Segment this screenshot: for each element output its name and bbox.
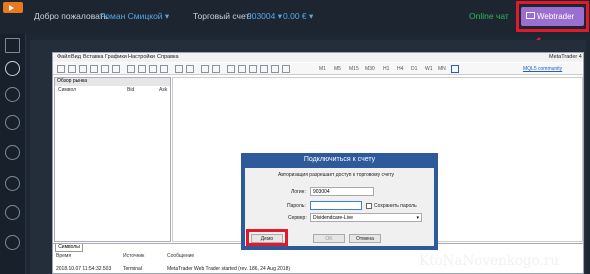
- support-icon[interactable]: [5, 145, 20, 160]
- tf-m1[interactable]: M1: [319, 66, 326, 72]
- tab-symbols[interactable]: Символы: [55, 244, 83, 252]
- monitor-icon: [526, 12, 535, 19]
- menu-bar: Файл Вид Вставка Графики Настройки Справ…: [53, 53, 583, 62]
- line-chart-icon[interactable]: [112, 65, 120, 73]
- logout-icon[interactable]: [5, 235, 20, 250]
- tf-m15[interactable]: M15: [349, 66, 359, 72]
- cursor-icon[interactable]: [201, 65, 209, 73]
- server-select-value: Dividendcare-Live: [313, 215, 354, 221]
- caret-down-icon: ▾: [275, 11, 283, 21]
- menu-charts[interactable]: Графики: [105, 54, 127, 60]
- vertical-line-icon[interactable]: [227, 65, 235, 73]
- menu-file[interactable]: Файл: [57, 54, 71, 60]
- new-order-icon[interactable]: [57, 65, 65, 73]
- toolbar: M1 M5 M15 M30 H1 H4 D1 W1 MN MQL5 commun…: [53, 63, 583, 75]
- online-chat-link[interactable]: Online чат: [469, 11, 509, 21]
- templates-icon[interactable]: [186, 65, 194, 73]
- balance-dropdown[interactable]: 0.00 € ▾: [283, 11, 313, 22]
- menu-help[interactable]: Справка: [157, 54, 179, 60]
- cancel-button[interactable]: Отмена: [349, 234, 381, 243]
- candle-chart-icon[interactable]: [101, 65, 109, 73]
- journal-row-time: 2018.10.07 11:54:32.503: [56, 266, 112, 272]
- horizontal-line-icon[interactable]: [238, 65, 246, 73]
- tf-w1[interactable]: W1: [425, 66, 433, 72]
- journal-column-time[interactable]: Время: [56, 253, 71, 259]
- magnify-minus-icon[interactable]: [138, 65, 146, 73]
- accounts-icon[interactable]: [5, 61, 20, 76]
- password-field[interactable]: [310, 201, 362, 210]
- password-label: Пароль:: [287, 203, 306, 209]
- column-ask[interactable]: Ask: [159, 87, 167, 93]
- watermark: KtoNaNovenkogo.ru: [419, 253, 560, 269]
- user-name-dropdown[interactable]: Роман Смицкой ▾: [100, 11, 169, 22]
- account-label: Торговый счет:: [193, 11, 252, 21]
- trend-line-icon[interactable]: [249, 65, 257, 73]
- ok-button[interactable]: OK: [313, 234, 345, 243]
- journal-column-message[interactable]: Сообщение: [167, 253, 194, 259]
- journal-row-source: Terminal: [123, 266, 142, 272]
- brand-logo[interactable]: [3, 2, 23, 13]
- menu-view[interactable]: Вид: [71, 54, 81, 60]
- login-field[interactable]: 903004: [310, 187, 374, 196]
- journal-column-source[interactable]: Источник: [123, 253, 144, 259]
- zoom-out-icon[interactable]: [79, 65, 87, 73]
- server-label: Сервер:: [288, 215, 307, 221]
- login-label: Логин:: [291, 189, 306, 195]
- highlight-frame-demo: [246, 229, 288, 246]
- webtrader-button[interactable]: Webtrader: [521, 7, 584, 26]
- deposit-icon[interactable]: [5, 87, 20, 102]
- market-watch-panel: Обзор рынка Символ Bid Ask: [54, 77, 171, 242]
- mql5-community-link[interactable]: MQL5 community: [523, 66, 562, 72]
- home-icon[interactable]: [5, 38, 20, 53]
- zoom-in-icon[interactable]: [68, 65, 76, 73]
- tf-m5[interactable]: M5: [334, 66, 341, 72]
- caret-down-icon: ▾: [162, 11, 170, 21]
- server-select[interactable]: Dividendcare-Live ▾: [310, 213, 422, 222]
- magnify-plus-icon[interactable]: [127, 65, 135, 73]
- left-sidebar: [0, 34, 26, 274]
- caret-down-icon: ▾: [306, 11, 314, 21]
- tf-h4[interactable]: H4: [397, 66, 403, 72]
- save-password-label: Сохранить пароль: [374, 203, 417, 209]
- top-bar: Добро пожаловать Роман Смицкой ▾ Торговы…: [0, 0, 590, 34]
- tf-h1[interactable]: H1: [383, 66, 389, 72]
- tf-d1[interactable]: D1: [411, 66, 417, 72]
- settings-icon[interactable]: [5, 176, 20, 191]
- withdraw-icon[interactable]: [5, 115, 20, 130]
- fibonacci-icon[interactable]: [271, 65, 279, 73]
- market-watch-title: Обзор рынка: [55, 78, 170, 86]
- crosshair-icon[interactable]: [212, 65, 220, 73]
- chevron-down-icon: ▾: [416, 215, 419, 221]
- window-title: MetaTrader 4: [549, 54, 582, 60]
- column-symbol[interactable]: Символ: [58, 87, 76, 93]
- channel-icon[interactable]: [260, 65, 268, 73]
- tf-mn[interactable]: MN: [438, 66, 446, 72]
- indicators-icon[interactable]: [175, 65, 183, 73]
- star-icon[interactable]: [5, 205, 20, 220]
- one-click-trading-icon[interactable]: [451, 65, 459, 73]
- journal-row-message: MetaTrader Web Trader started (rev. 186,…: [167, 266, 291, 272]
- webtrader-button-label: Webtrader: [537, 12, 575, 21]
- menu-settings[interactable]: Настройки: [128, 54, 155, 60]
- autoscroll-icon[interactable]: [160, 65, 168, 73]
- bar-chart-icon[interactable]: [90, 65, 98, 73]
- grid-icon[interactable]: [149, 65, 157, 73]
- text-tool-icon[interactable]: [282, 65, 290, 73]
- menu-insert[interactable]: Вставка: [83, 54, 103, 60]
- welcome-text: Добро пожаловать: [34, 11, 108, 21]
- column-bid[interactable]: Bid: [127, 87, 134, 93]
- dialog-subtitle: Авторизация разрешает доступ к торговому…: [278, 172, 395, 178]
- save-password-checkbox[interactable]: [366, 203, 372, 209]
- tf-m30[interactable]: M30: [365, 66, 375, 72]
- dialog-title: Подключиться к счету: [303, 156, 376, 163]
- account-number-dropdown[interactable]: 903004 ▾: [247, 11, 282, 22]
